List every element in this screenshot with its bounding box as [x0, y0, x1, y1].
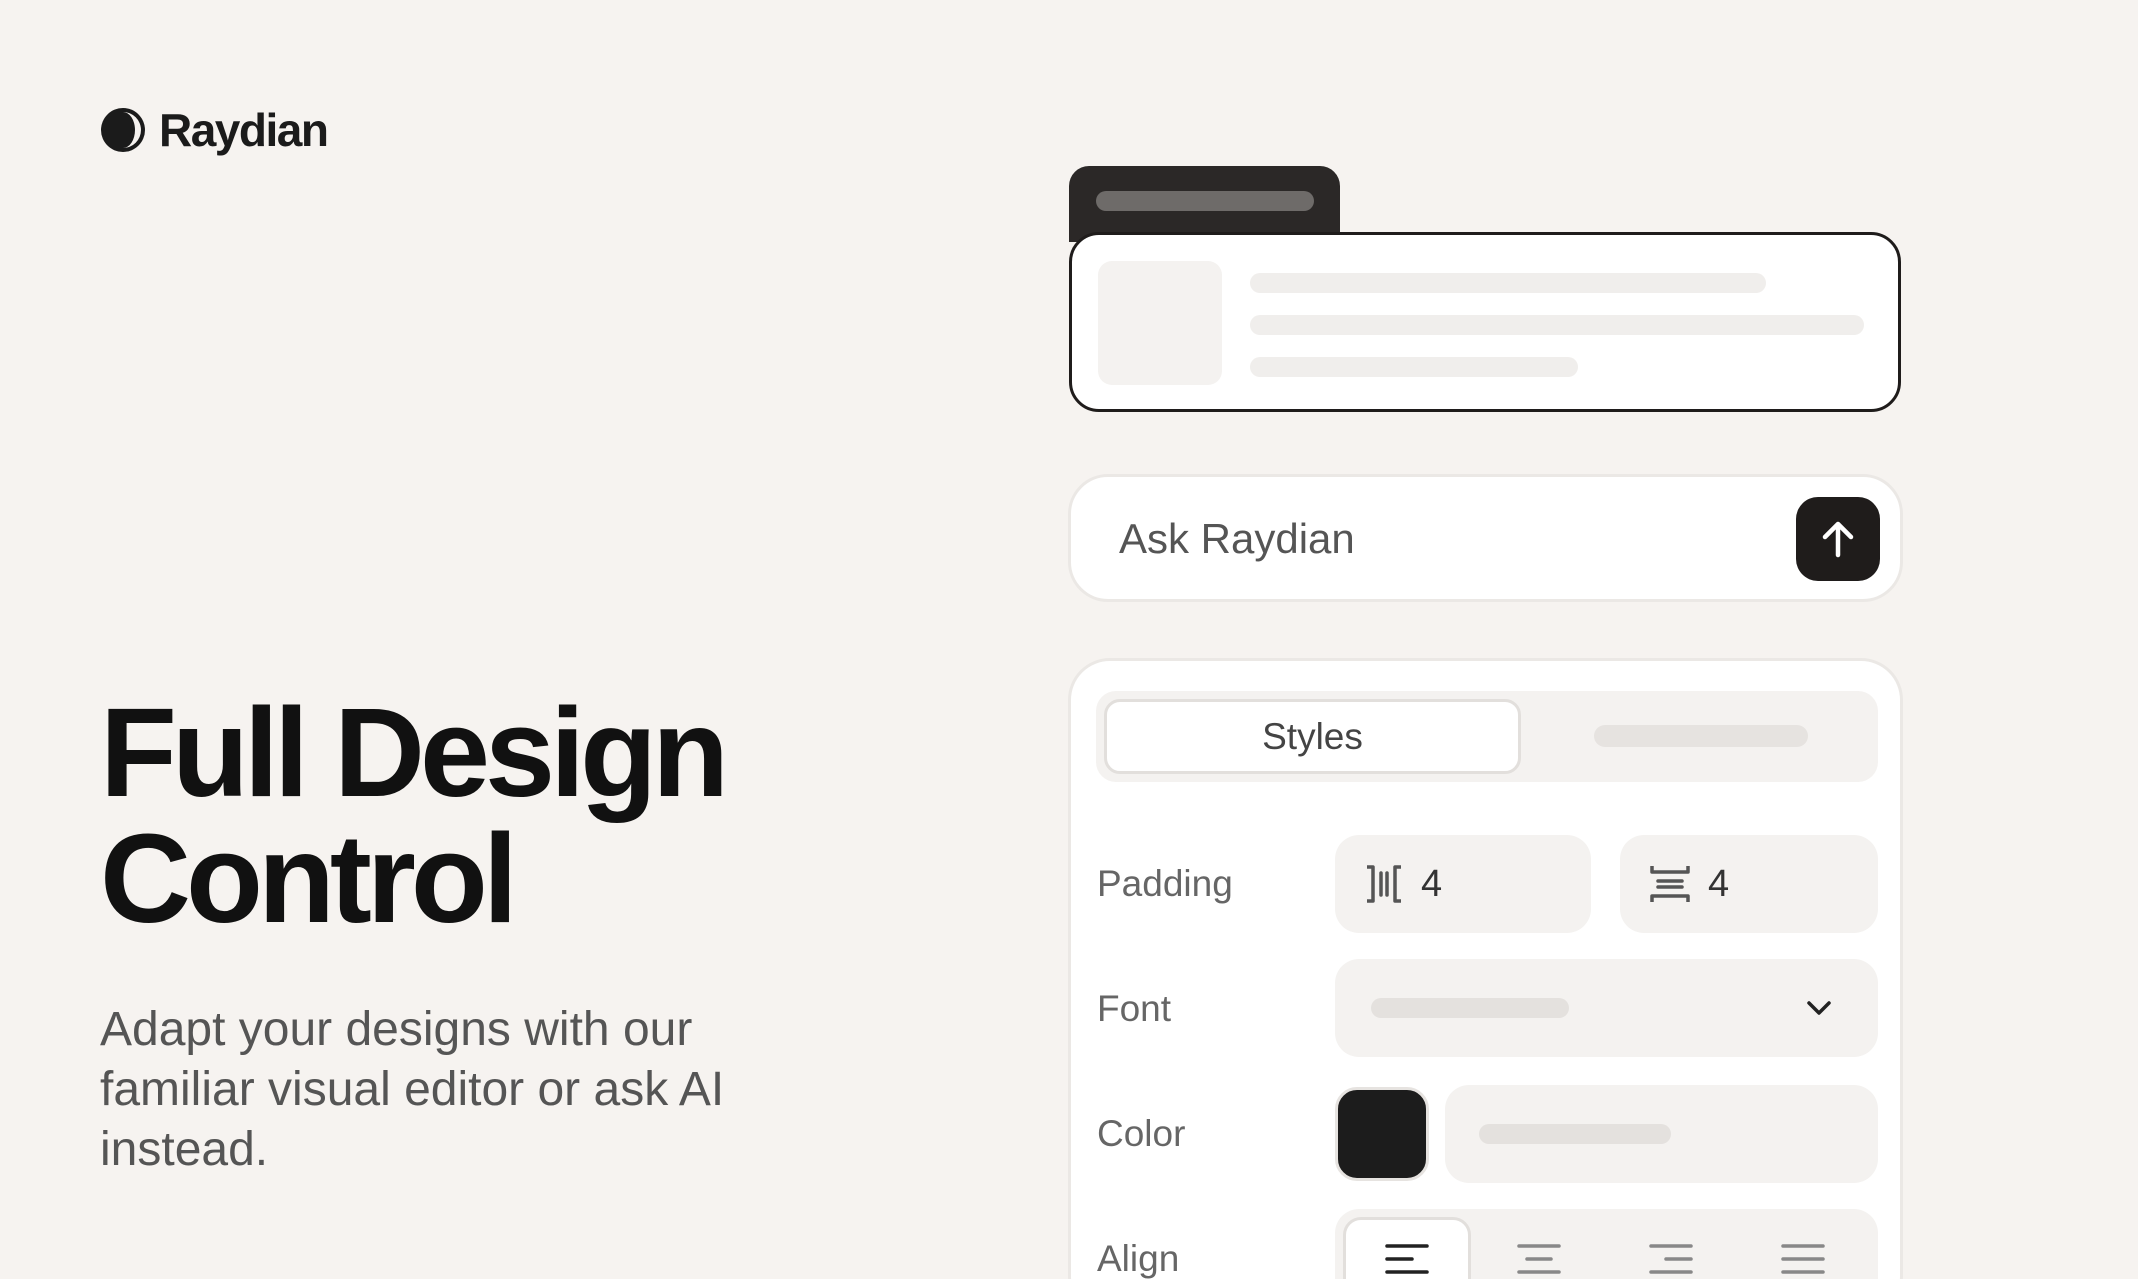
editor-tabs: Styles [1096, 691, 1878, 782]
align-center-button[interactable] [1475, 1217, 1603, 1279]
font-label: Font [1097, 988, 1172, 1029]
arrow-up-icon [1822, 521, 1854, 558]
font-select[interactable] [1335, 959, 1878, 1057]
component-tab-placeholder [1096, 191, 1314, 211]
hero-subtitle: Adapt your designs with our familiar vis… [100, 1003, 725, 1176]
card-line-placeholder [1250, 273, 1766, 293]
card-thumbnail [1098, 261, 1222, 385]
chevron-down-icon [1807, 1001, 1831, 1015]
ask-input[interactable] [1119, 509, 1719, 569]
font-value-placeholder [1371, 998, 1569, 1018]
padding-label: Padding [1097, 863, 1233, 904]
padding-horizontal-value: 4 [1421, 862, 1443, 905]
padding-horizontal-icon [1367, 865, 1401, 903]
hero-title-line2: Control [100, 808, 518, 949]
card-line-placeholder [1250, 315, 1864, 335]
card-line-placeholder [1250, 357, 1578, 377]
align-left-icon [1385, 1244, 1429, 1274]
align-button-group [1335, 1209, 1878, 1279]
tab-styles[interactable]: Styles [1104, 699, 1521, 774]
padding-horizontal-field[interactable]: 4 [1335, 835, 1591, 933]
logo-mark-icon [101, 108, 145, 152]
ask-bar [1068, 474, 1903, 602]
hero-title: Full Design Control [100, 690, 900, 942]
align-justify-icon [1781, 1244, 1825, 1274]
brand-logo[interactable]: Raydian [99, 103, 329, 157]
align-label: Align [1097, 1238, 1180, 1279]
align-justify-button[interactable] [1739, 1217, 1867, 1279]
padding-vertical-field[interactable]: 4 [1620, 835, 1878, 933]
color-value-field[interactable] [1445, 1085, 1878, 1183]
align-center-icon [1517, 1244, 1561, 1274]
tab-placeholder[interactable] [1594, 725, 1808, 747]
selected-component-card[interactable] [1069, 232, 1901, 412]
color-swatch[interactable] [1335, 1087, 1429, 1181]
align-right-icon [1649, 1244, 1693, 1274]
hero-title-line1: Full Design [100, 682, 729, 823]
align-right-button[interactable] [1607, 1217, 1735, 1279]
align-left-button[interactable] [1343, 1217, 1471, 1279]
send-button[interactable] [1796, 497, 1880, 581]
padding-vertical-value: 4 [1708, 862, 1730, 905]
brand-name: Raydian [159, 104, 329, 156]
component-tab [1069, 166, 1340, 242]
color-value-placeholder [1479, 1124, 1671, 1144]
color-label: Color [1097, 1113, 1186, 1154]
page: Raydian Full Design Control Adapt your d… [0, 0, 2138, 1279]
style-editor-panel: Styles Padding 4 4 Font Color Align [1068, 658, 1903, 1279]
padding-vertical-icon [1650, 866, 1690, 902]
